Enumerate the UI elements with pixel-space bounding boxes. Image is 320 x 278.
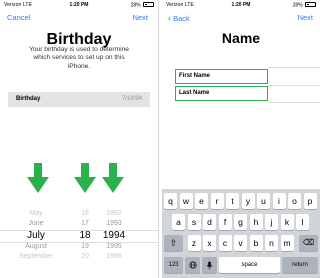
key-v[interactable]: v <box>234 235 247 251</box>
key-k[interactable]: k <box>280 214 294 230</box>
globe-icon <box>188 261 197 269</box>
status-bar: Verizon LTE 1:20 PM 28% <box>162 0 320 10</box>
key-z[interactable]: z <box>187 235 201 251</box>
picker-option[interactable]: August <box>14 242 58 252</box>
last-name-field[interactable]: Last Name <box>175 86 268 101</box>
cancel-button[interactable]: Cancel <box>7 13 30 22</box>
numbers-key[interactable]: 123 <box>164 257 183 273</box>
day-wheel[interactable]: 16 17 18 19 20 <box>74 209 96 262</box>
battery-percent: 28% <box>130 2 141 9</box>
backspace-icon: ⌫ <box>302 238 315 247</box>
picker-option[interactable]: 1992 <box>100 209 128 219</box>
field-separator <box>268 102 320 103</box>
key-m[interactable]: m <box>280 235 294 251</box>
month-wheel[interactable]: May June July August September <box>14 209 58 262</box>
battery-percent: 28% <box>292 2 303 9</box>
battery-status: 28% <box>131 2 154 9</box>
key-x[interactable]: x <box>203 235 216 251</box>
field-separator <box>268 67 320 68</box>
name-screen: Verizon LTE 1:20 PM 28% ‹ Back Next Name… <box>162 0 320 278</box>
key-y[interactable]: y <box>241 193 255 209</box>
page-title: Name <box>221 30 261 46</box>
key-n[interactable]: n <box>265 235 278 251</box>
key-q[interactable]: q <box>164 193 177 209</box>
birthday-description: Your birthday is used to determine which… <box>29 46 129 70</box>
picker-option[interactable]: 20 <box>74 252 96 262</box>
date-picker[interactable]: May June July August September 16 17 18 … <box>0 207 158 278</box>
key-g[interactable]: g <box>234 214 247 230</box>
key-t[interactable]: t <box>226 193 239 209</box>
key-u[interactable]: u <box>257 193 270 209</box>
shift-key[interactable]: ⇧ <box>164 235 183 251</box>
next-button[interactable]: Next <box>133 13 148 22</box>
key-i[interactable]: i <box>272 193 286 209</box>
key-c[interactable]: c <box>218 235 232 251</box>
battery-icon <box>143 2 154 7</box>
microphone-icon <box>206 261 213 269</box>
picker-option[interactable]: 1996 <box>100 252 128 262</box>
picker-selected-month[interactable]: July <box>14 229 58 242</box>
key-e[interactable]: e <box>195 193 208 209</box>
key-p[interactable]: p <box>303 193 317 209</box>
dictation-key[interactable] <box>202 257 217 273</box>
field-separator <box>268 85 320 86</box>
status-bar: Verizon LTE 1:20 PM 28% <box>0 0 158 10</box>
key-r[interactable]: r <box>210 193 224 209</box>
globe-key[interactable] <box>185 257 200 273</box>
back-label: Back <box>173 14 190 23</box>
first-name-field[interactable]: First Name <box>175 69 268 84</box>
key-d[interactable]: d <box>203 214 216 230</box>
chevron-left-icon: ‹ <box>168 13 171 23</box>
key-a[interactable]: a <box>172 214 185 230</box>
picker-option[interactable]: 1995 <box>100 242 128 252</box>
picker-option[interactable]: September <box>14 252 58 262</box>
key-f[interactable]: f <box>218 214 232 230</box>
birthday-label: Birthday <box>16 96 41 102</box>
return-key[interactable]: return <box>282 257 318 273</box>
birthday-field[interactable]: Birthday 7/18/94 <box>8 92 150 107</box>
picker-option[interactable]: May <box>14 209 58 219</box>
year-wheel[interactable]: 1992 1993 1994 1995 1996 <box>100 209 128 262</box>
key-b[interactable]: b <box>249 235 263 251</box>
birthday-screen: Verizon LTE 1:20 PM 28% Cancel Next Birt… <box>0 0 158 278</box>
picker-option[interactable]: 17 <box>74 219 96 229</box>
key-j[interactable]: j <box>265 214 278 230</box>
picker-option[interactable]: 1993 <box>100 219 128 229</box>
key-l[interactable]: l <box>296 214 309 230</box>
key-o[interactable]: o <box>288 193 301 209</box>
shift-icon: ⇧ <box>169 238 178 248</box>
picker-option[interactable]: 19 <box>74 242 96 252</box>
key-w[interactable]: w <box>179 193 193 209</box>
picker-option[interactable]: June <box>14 219 58 229</box>
birthday-value: 7/18/94 <box>121 96 142 102</box>
picker-selected-day[interactable]: 18 <box>74 229 96 242</box>
next-button[interactable]: Next <box>298 13 313 22</box>
last-name-placeholder: Last Name <box>179 90 210 96</box>
keyboard: q w e r t y u i o p a s d f g h j k l ⇧ … <box>162 189 320 278</box>
picker-option[interactable]: 16 <box>74 209 96 219</box>
picker-selected-year[interactable]: 1994 <box>100 229 128 242</box>
battery-icon <box>305 2 316 7</box>
space-key[interactable]: space <box>219 257 280 273</box>
delete-key[interactable]: ⌫ <box>299 235 318 251</box>
back-button[interactable]: ‹ Back <box>168 13 190 23</box>
key-s[interactable]: s <box>187 214 201 230</box>
battery-status: 28% <box>293 2 316 9</box>
first-name-placeholder: First Name <box>179 73 211 79</box>
key-h[interactable]: h <box>249 214 263 230</box>
